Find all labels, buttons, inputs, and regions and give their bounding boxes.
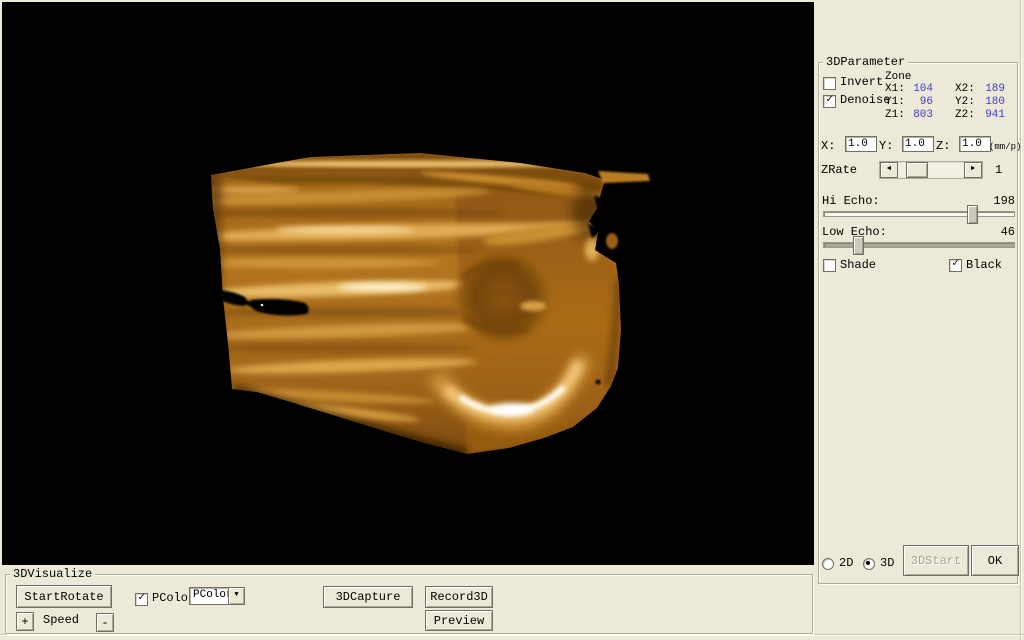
chevron-down-icon[interactable]: ▼ [228, 588, 244, 604]
visualize-groupbox-title: 3DVisualize [10, 568, 95, 581]
invert-checkbox[interactable] [823, 77, 836, 90]
zone-x1-value: 104 [905, 83, 933, 96]
pcolor-select-value: PColor [193, 589, 233, 602]
zone-x1-label: X1: [885, 83, 905, 96]
pcolor-checkmark: ✓ [138, 592, 145, 604]
hi-echo-label: Hi Echo: [822, 195, 880, 208]
speed-minus-button[interactable]: - [96, 613, 114, 632]
black-label: Black [966, 259, 1002, 272]
black-checkmark: ✓ [952, 258, 959, 270]
zone-z1-label: Z1: [885, 109, 905, 122]
preview-button[interactable]: Preview [425, 610, 493, 631]
scale-x-label: X: [821, 140, 835, 153]
zrate-right-arrow-icon[interactable]: ► [964, 162, 982, 178]
pcolor-select[interactable]: PColor ▼ [189, 587, 245, 605]
denoise-checkmark: ✓ [826, 94, 833, 106]
zone-z2-value: 941 [977, 109, 1005, 122]
zone-y1-label: Y1: [885, 96, 905, 109]
record3d-button[interactable]: Record3D [425, 586, 493, 608]
window-bottom-edge [0, 634, 1024, 635]
3dstart-button[interactable]: 3DStart [903, 545, 969, 576]
shade-label: Shade [840, 259, 876, 272]
low-echo-slider-thumb[interactable] [853, 236, 864, 255]
mode-3d-radio[interactable] [863, 558, 875, 570]
scale-x-input[interactable] [845, 136, 877, 152]
scale-y-input[interactable] [902, 136, 934, 152]
hi-echo-slider[interactable] [823, 211, 1015, 217]
scale-z-label: Z: [936, 140, 950, 153]
zone-x2-value: 189 [977, 83, 1005, 96]
zone-y1-value: 96 [905, 96, 933, 109]
zone-z1-value: 803 [905, 109, 933, 122]
scale-unit-label: (mm/p) [989, 141, 1021, 154]
visualize-groupbox: 3DVisualize StartRotate ✓ PColor PColor … [5, 574, 813, 634]
zone-y2-label: Y2: [955, 96, 975, 109]
zone-x2-label: X2: [955, 83, 975, 96]
volume-render [2, 2, 814, 565]
zrate-scrollbar-thumb[interactable] [906, 162, 928, 178]
invert-label: Invert [840, 76, 883, 89]
zrate-left-arrow-icon[interactable]: ◄ [880, 162, 898, 178]
shade-checkbox[interactable] [823, 259, 836, 272]
3dcapture-button[interactable]: 3DCapture [323, 586, 413, 608]
zrate-value: 1 [995, 164, 1002, 177]
denoise-label: Denoise [840, 94, 890, 107]
zrate-label: ZRate [821, 164, 857, 177]
scale-z-input[interactable] [959, 136, 991, 152]
mode-2d-label: 2D [839, 557, 853, 570]
denoise-checkbox[interactable]: ✓ [823, 95, 836, 108]
mode-2d-radio[interactable] [822, 558, 834, 570]
start-rotate-button[interactable]: StartRotate [16, 585, 112, 608]
render-viewport[interactable] [2, 2, 814, 565]
hi-echo-slider-thumb[interactable] [967, 205, 978, 224]
ok-button[interactable]: OK [971, 545, 1019, 576]
pcolor-checkbox[interactable]: ✓ [135, 593, 148, 606]
zone-y2-value: 180 [977, 96, 1005, 109]
low-echo-slider[interactable] [823, 242, 1015, 248]
application-window: 3DParameter Invert ✓ Denoise Zone X1: 10… [0, 0, 1024, 640]
mode-3d-label: 3D [880, 557, 894, 570]
scale-y-label: Y: [879, 140, 893, 153]
zrate-scrollbar[interactable]: ◄ ► [879, 161, 983, 179]
parameter-groupbox-title: 3DParameter [823, 56, 908, 69]
low-echo-value: 46 [969, 226, 1015, 239]
speed-plus-button[interactable]: + [16, 612, 34, 631]
parameter-groupbox: 3DParameter Invert ✓ Denoise Zone X1: 10… [818, 62, 1018, 584]
panel-divider-line [1020, 0, 1021, 640]
zone-z2-label: Z2: [955, 109, 975, 122]
speed-label: Speed [43, 614, 79, 627]
black-checkbox[interactable]: ✓ [949, 259, 962, 272]
